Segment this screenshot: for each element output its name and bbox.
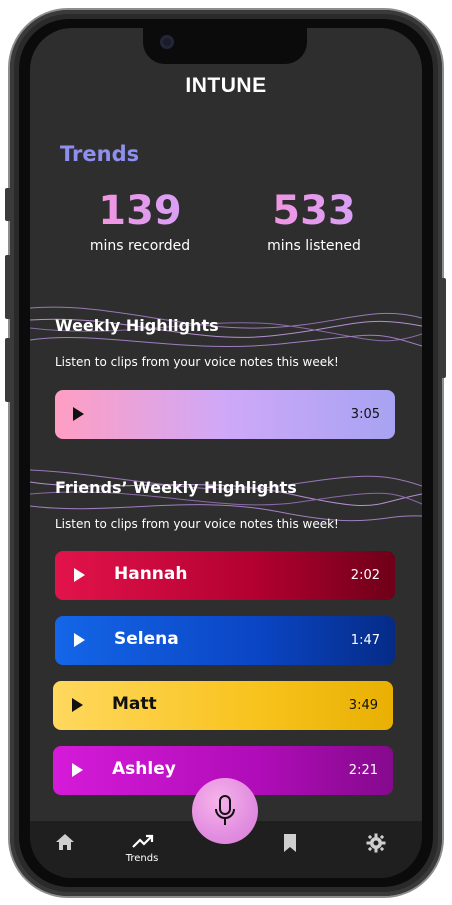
weekly-subtitle: Listen to clips from your voice notes th…: [55, 355, 339, 369]
side-button: [440, 278, 446, 378]
friends-subtitle: Listen to clips from your voice notes th…: [55, 517, 339, 531]
stat-listened: 533 mins listened: [229, 188, 399, 254]
tab-saved[interactable]: [260, 821, 320, 878]
weekly-heading: Weekly Highlights: [55, 316, 219, 335]
trending-icon: [132, 834, 154, 848]
stat-label: mins listened: [267, 238, 361, 254]
stat-recorded: 139 mins recorded: [55, 188, 225, 254]
friend-clip-matt[interactable]: Matt 3:49: [53, 681, 393, 730]
friend-clip-hannah[interactable]: Hannah 2:02: [55, 551, 395, 600]
trends-heading: Trends: [60, 142, 140, 166]
friend-name: Hannah: [114, 564, 188, 584]
play-icon[interactable]: [72, 763, 83, 777]
tab-home[interactable]: [35, 821, 95, 878]
clip-duration: 2:02: [350, 568, 380, 583]
tab-label: Trends: [125, 853, 159, 864]
clip-duration: 1:47: [350, 633, 380, 648]
friend-clip-selena[interactable]: Selena 1:47: [55, 616, 395, 665]
clip-duration: 3:49: [348, 698, 378, 713]
clip-duration: 3:05: [350, 407, 380, 422]
tab-trends[interactable]: Trends: [112, 821, 172, 878]
stat-value: 139: [55, 188, 225, 234]
home-icon: [56, 834, 74, 850]
gear-icon: [366, 833, 386, 853]
stat-label: mins recorded: [89, 238, 191, 254]
side-button: [5, 338, 11, 402]
friends-heading: Friends’ Weekly Highlights: [55, 478, 297, 497]
play-icon[interactable]: [73, 407, 84, 421]
side-button: [5, 188, 11, 221]
play-icon[interactable]: [72, 698, 83, 712]
app-title: INTUNE: [185, 74, 267, 97]
play-icon[interactable]: [74, 633, 85, 647]
record-button[interactable]: [192, 778, 258, 844]
friend-name: Selena: [114, 629, 179, 649]
stat-value: 533: [229, 188, 399, 234]
play-icon[interactable]: [74, 568, 85, 582]
clip-duration: 2:21: [348, 763, 378, 778]
microphone-icon: [215, 795, 235, 825]
friend-name: Ashley: [112, 759, 176, 779]
side-button: [5, 255, 11, 319]
friend-name: Matt: [112, 694, 157, 714]
weekly-highlight-player[interactable]: 3:05: [55, 390, 395, 439]
bookmark-icon: [284, 834, 296, 852]
tab-settings[interactable]: [346, 821, 406, 878]
app-screen: INTUNE Trends 139 mins recorded 533 mins…: [30, 28, 422, 878]
camera-icon: [160, 35, 174, 49]
